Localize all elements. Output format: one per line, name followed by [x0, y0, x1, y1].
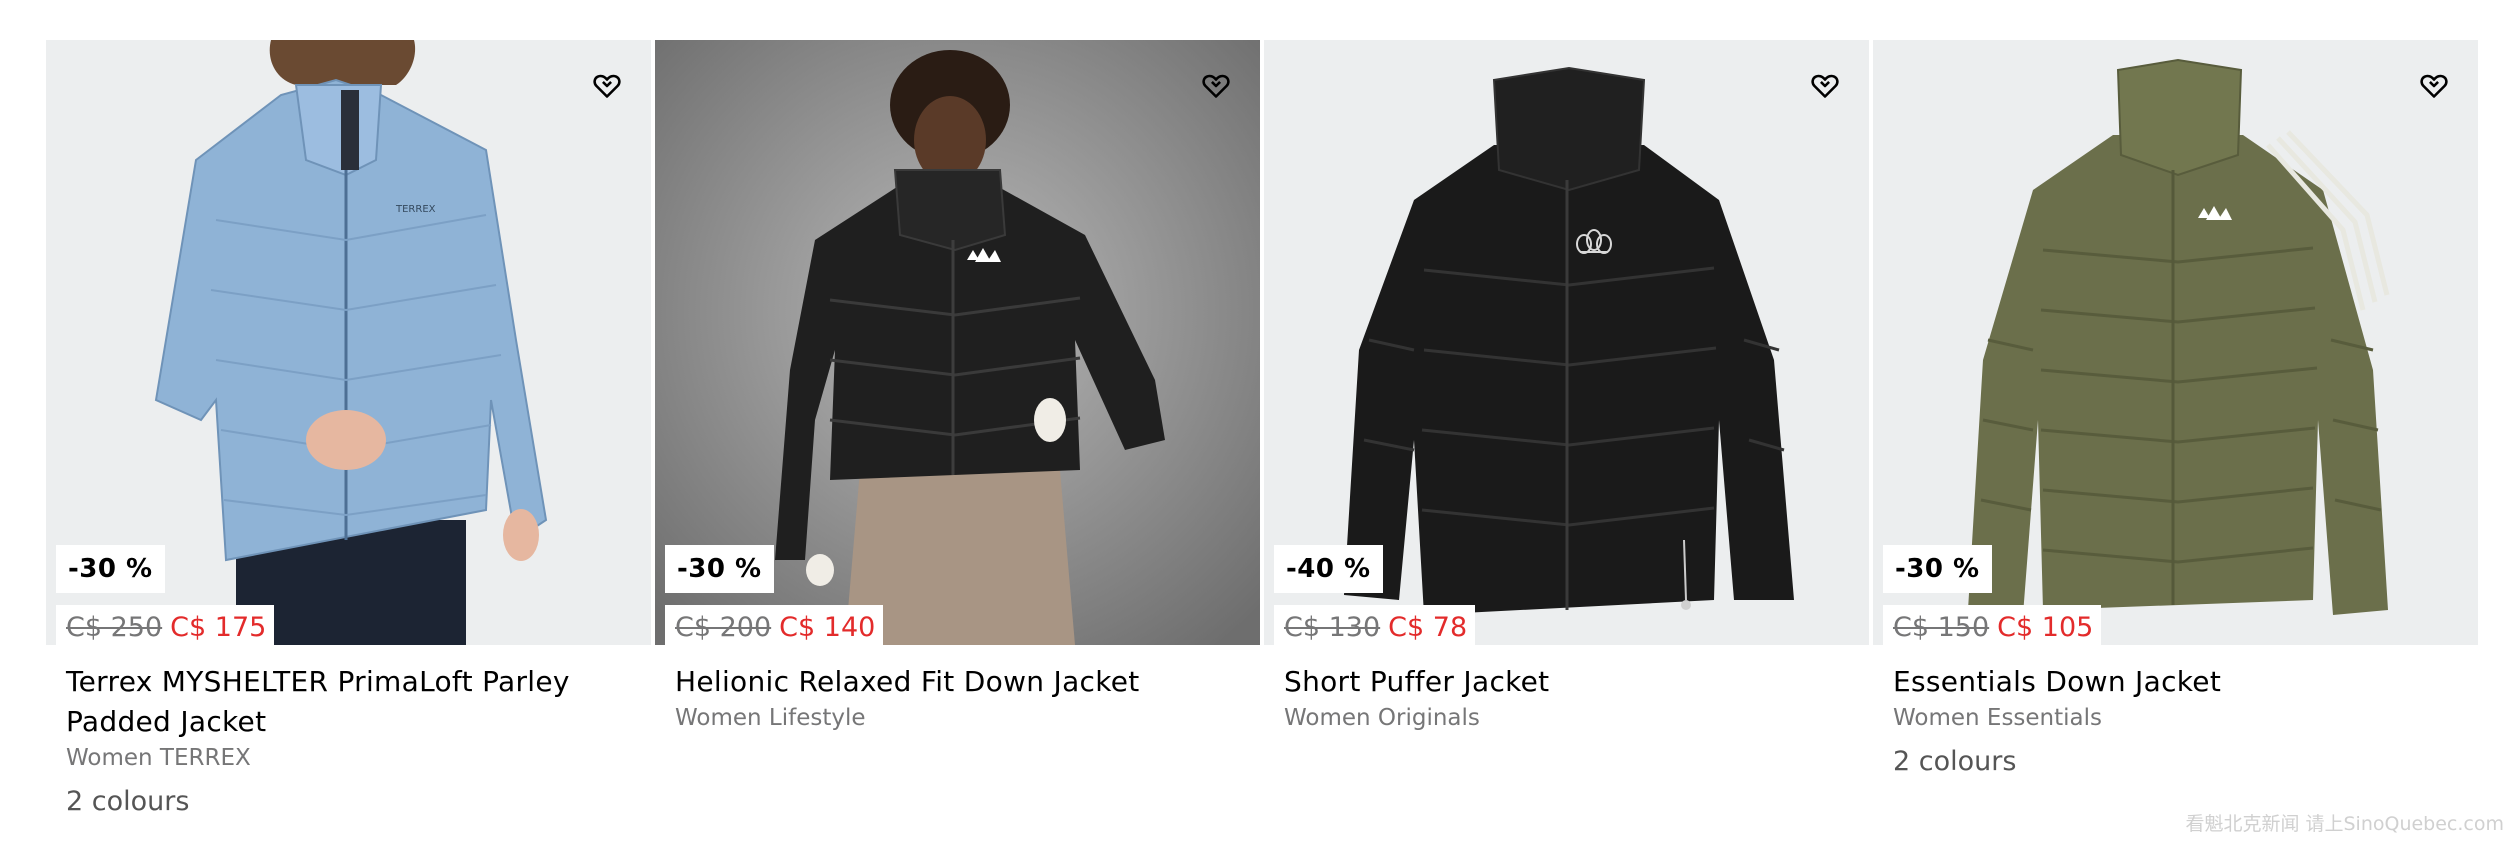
product-title[interactable]: Terrex MYSHELTER PrimaLoft Parley Padded…	[66, 662, 636, 742]
price-tag: C$ 200 C$ 140	[665, 605, 884, 645]
heart-icon	[1202, 74, 1230, 98]
watermark-text: 看魁北克新闻 请上SinoQuebec.com	[2185, 813, 2504, 835]
heart-icon	[593, 74, 621, 98]
heart-icon	[1811, 74, 1839, 98]
product-card[interactable]: -30 % C$ 200 C$ 140 Helionic Relaxed Fit …	[655, 40, 1260, 830]
discount-badge: -30 %	[1883, 545, 1992, 593]
product-info: Essentials Down Jacket Women Essentials …	[1893, 662, 2463, 782]
original-price: C$ 250	[66, 612, 163, 643]
wishlist-button[interactable]	[1807, 68, 1843, 104]
product-grid: TERREX -30 % C$ 250 C$ 175 Terrex MYSHELT…	[46, 40, 2480, 830]
product-info: Short Puffer Jacket Women Originals	[1284, 662, 1854, 736]
product-title[interactable]: Essentials Down Jacket	[1893, 662, 2463, 702]
product-title[interactable]: Helionic Relaxed Fit Down Jacket	[675, 662, 1245, 702]
product-image[interactable]: TERREX -30 % C$ 250 C$ 175	[46, 40, 651, 645]
product-info: Helionic Relaxed Fit Down Jacket Women L…	[675, 662, 1245, 736]
wishlist-button[interactable]	[2416, 68, 2452, 104]
sale-price: C$ 140	[779, 612, 876, 643]
wishlist-button[interactable]	[589, 68, 625, 104]
product-image[interactable]: -30 % C$ 150 C$ 105	[1873, 40, 2478, 645]
product-image[interactable]: -40 % C$ 130 C$ 78	[1264, 40, 1869, 645]
svg-text:TERREX: TERREX	[395, 204, 436, 215]
product-category: Women TERREX	[66, 745, 251, 771]
discount-badge: -30 %	[665, 545, 774, 593]
wishlist-button[interactable]	[1198, 68, 1234, 104]
colour-count: 2 colours	[66, 786, 190, 817]
sale-price: C$ 105	[1997, 612, 2094, 643]
price-tag: C$ 130 C$ 78	[1274, 605, 1476, 645]
product-card[interactable]: -30 % C$ 150 C$ 105 Essentials Down Jacke…	[1873, 40, 2478, 830]
product-card[interactable]: TERREX -30 % C$ 250 C$ 175 Terrex MYSHELT…	[46, 40, 651, 830]
product-category: Women Lifestyle	[675, 705, 866, 731]
product-title[interactable]: Short Puffer Jacket	[1284, 662, 1854, 702]
product-card[interactable]: -40 % C$ 130 C$ 78 Short Puffer Jacket Wo…	[1264, 40, 1869, 830]
original-price: C$ 130	[1284, 612, 1381, 643]
original-price: C$ 150	[1893, 612, 1990, 643]
discount-badge: -30 %	[56, 545, 165, 593]
sale-price: C$ 78	[1388, 612, 1468, 643]
price-tag: C$ 150 C$ 105	[1883, 605, 2102, 645]
product-category: Women Essentials	[1893, 705, 2103, 731]
sale-price: C$ 175	[170, 612, 267, 643]
product-image[interactable]: -30 % C$ 200 C$ 140	[655, 40, 1260, 645]
original-price: C$ 200	[675, 612, 772, 643]
price-tag: C$ 250 C$ 175	[56, 605, 275, 645]
colour-count: 2 colours	[1893, 746, 2017, 777]
product-info: Terrex MYSHELTER PrimaLoft Parley Padded…	[66, 662, 636, 822]
discount-badge: -40 %	[1274, 545, 1383, 593]
heart-icon	[2420, 74, 2448, 98]
product-category: Women Originals	[1284, 705, 1480, 731]
